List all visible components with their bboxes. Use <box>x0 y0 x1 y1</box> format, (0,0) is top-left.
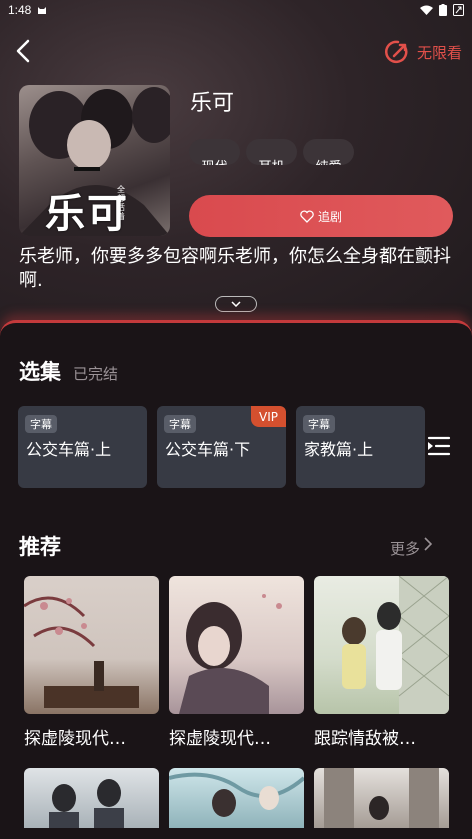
no-limit-icon <box>385 40 408 64</box>
drama-cover: 乐可 全都活着 <box>19 85 170 236</box>
cover-artwork <box>324 768 439 828</box>
cover-artwork <box>179 594 282 714</box>
recommend-cover <box>169 576 304 714</box>
status-icons <box>420 4 464 16</box>
episode-list-icon[interactable] <box>426 434 452 458</box>
wifi-icon <box>420 5 433 15</box>
recommend-card[interactable]: 探虚陵现代… <box>169 576 304 749</box>
recommend-card[interactable] <box>314 768 449 828</box>
recommend-cover <box>314 768 449 828</box>
chevron-down-icon <box>231 301 241 307</box>
cover-artwork <box>342 576 449 714</box>
subtitle-badge: 字幕 <box>303 415 335 433</box>
tag-chip[interactable]: 现代 <box>189 139 240 165</box>
tag-label: 现代 <box>201 156 227 165</box>
episode-name: 公交车篇·上 <box>26 440 112 459</box>
tag-chip[interactable]: 耳机 <box>246 139 297 165</box>
cover-artwork <box>169 772 304 817</box>
more-label: 更多 <box>390 540 421 558</box>
vip-badge: VIP <box>251 406 286 427</box>
recommend-title: 跟踪情敌被… <box>314 729 416 749</box>
battery-icon <box>439 4 447 16</box>
tag-label: 耳机 <box>258 156 284 165</box>
follow-button[interactable]: 追剧 <box>189 195 453 237</box>
unlimited-label: 无限看 <box>416 44 462 62</box>
recommend-cover <box>169 768 304 828</box>
cover-artwork <box>24 596 139 708</box>
recommend-card[interactable]: 探虚陵现代… <box>24 576 159 749</box>
recommend-card[interactable] <box>24 768 159 828</box>
recommend-cover <box>314 576 449 714</box>
tag-list: 现代 耳机 纯爱 <box>189 139 354 165</box>
drama-title: 乐可 <box>190 91 235 116</box>
cover-artwork <box>49 779 124 828</box>
follow-label: 追剧 <box>317 209 342 224</box>
recommend-header: 推荐 <box>19 531 61 561</box>
episodes-header: 选集 已完结 <box>19 356 118 386</box>
episode-card[interactable]: 字幕 公交车篇·下 VIP <box>157 406 286 488</box>
heart-icon <box>300 209 314 223</box>
chevron-right-icon <box>424 536 433 551</box>
recommend-title: 推荐 <box>19 535 61 559</box>
subtitle-badge: 字幕 <box>164 415 196 433</box>
status-time: 1:48 <box>8 3 32 17</box>
episode-name: 公交车篇·下 <box>165 440 251 459</box>
cover-subtitle-art: 全都活着 <box>117 185 125 221</box>
recommend-card[interactable]: 跟踪情敌被… <box>314 576 449 749</box>
cast-icon <box>453 4 464 16</box>
synopsis-text: 乐老师，你要多多包容啊乐老师，你怎么全身都在颤抖啊. <box>19 246 451 291</box>
recommend-card[interactable] <box>169 768 304 828</box>
recommend-title: 探虚陵现代… <box>24 729 126 749</box>
episodes-status: 已完结 <box>73 365 119 383</box>
episode-card[interactable]: 字幕 家教篇·上 <box>296 406 425 488</box>
tag-label: 纯爱 <box>315 156 341 165</box>
status-bar: 1:48 <box>0 0 472 20</box>
recommend-title: 探虚陵现代… <box>169 729 271 749</box>
tag-chip[interactable]: 纯爱 <box>303 139 354 165</box>
recommend-grid: 探虚陵现代… 探虚陵现代… 跟踪情敌被… <box>24 576 472 828</box>
recommend-cover <box>24 768 159 828</box>
unlimited-button[interactable]: 无限看 <box>385 38 462 66</box>
back-icon[interactable] <box>12 38 36 64</box>
more-link[interactable]: 更多 <box>390 536 433 559</box>
recommend-cover <box>24 576 159 714</box>
expand-synopsis-button[interactable] <box>215 296 257 312</box>
episode-card[interactable]: 字幕 公交车篇·上 <box>18 406 147 488</box>
episodes-title: 选集 <box>19 360 61 384</box>
cat-notification-icon <box>38 6 47 14</box>
episode-name: 家教篇·上 <box>304 440 374 459</box>
episode-list: 字幕 公交车篇·上 字幕 公交车篇·下 VIP 字幕 家教篇·上 <box>18 406 425 488</box>
subtitle-badge: 字幕 <box>25 415 57 433</box>
